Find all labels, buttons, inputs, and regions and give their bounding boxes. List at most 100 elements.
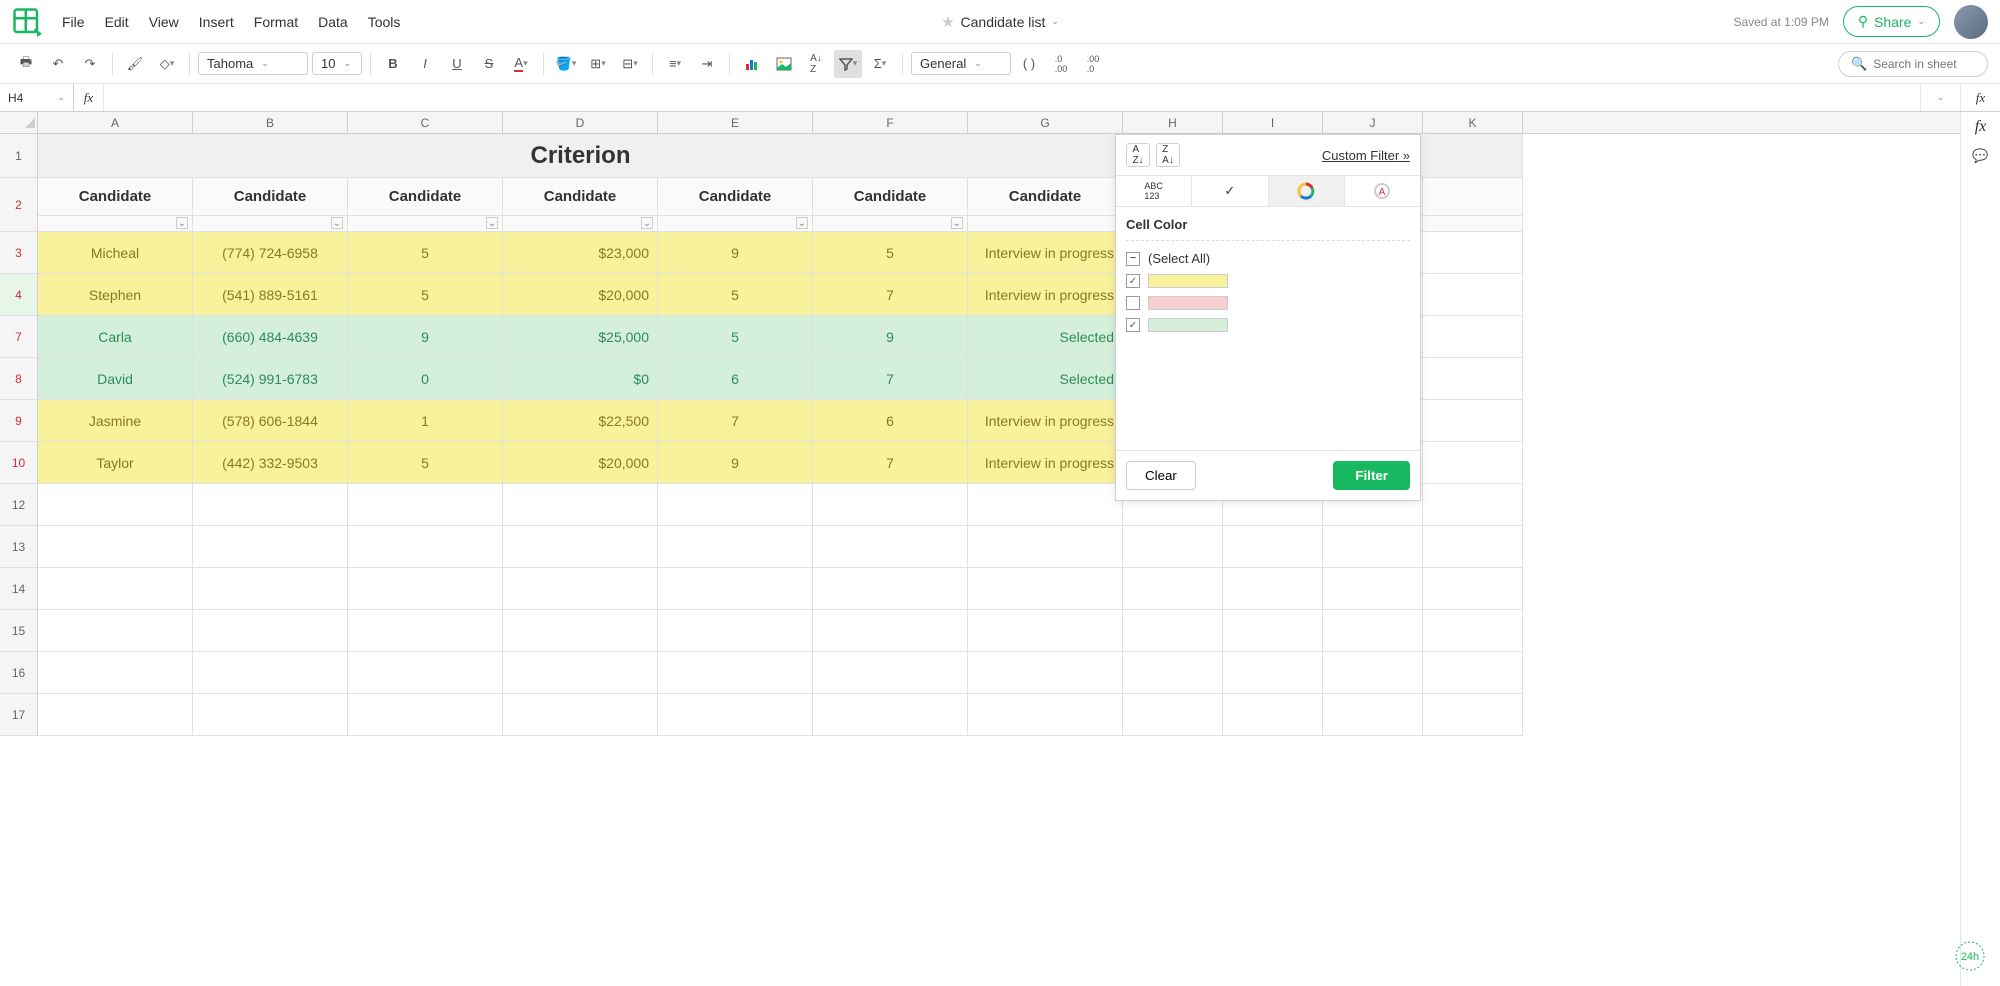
menu-tools[interactable]: Tools <box>368 14 401 30</box>
empty-cell[interactable] <box>1423 568 1523 610</box>
empty-cell[interactable] <box>193 526 348 568</box>
clear-format-button[interactable]: ◇▾ <box>153 50 181 78</box>
menu-format[interactable]: Format <box>254 14 298 30</box>
sort-desc-button[interactable]: ZA↓ <box>1156 143 1180 167</box>
filter-tab-check[interactable]: ✓ <box>1192 176 1268 206</box>
col-header-j[interactable]: J <box>1323 112 1423 133</box>
header-cell[interactable]: Candidate <box>658 178 813 216</box>
empty-cell[interactable] <box>658 652 813 694</box>
empty-cell[interactable] <box>1323 568 1423 610</box>
data-cell[interactable]: 7 <box>813 442 968 484</box>
empty-cell[interactable] <box>1423 694 1523 736</box>
row-header-1[interactable]: 1 <box>0 134 38 178</box>
menu-view[interactable]: View <box>149 14 179 30</box>
format-painter-button[interactable]: 🖌 <box>121 50 149 78</box>
filter-color-option[interactable] <box>1126 296 1410 310</box>
empty-cell[interactable] <box>658 610 813 652</box>
data-cell[interactable]: $23,000 <box>503 232 658 274</box>
image-button[interactable] <box>770 50 798 78</box>
formula-expand[interactable]: ⌄ <box>1920 84 1960 111</box>
empty-cell[interactable] <box>813 484 968 526</box>
header-cell[interactable]: Candidate <box>813 178 968 216</box>
merge-button[interactable]: ⊟▾ <box>616 50 644 78</box>
data-cell[interactable]: Carla <box>38 316 193 358</box>
header-cell[interactable]: Candidate <box>38 178 193 216</box>
bold-button[interactable]: B <box>379 50 407 78</box>
filter-arrow-icon[interactable]: ⌄ <box>641 217 653 229</box>
decimal-dec-button[interactable]: .0.00 <box>1047 50 1075 78</box>
col-header-k[interactable]: K <box>1423 112 1523 133</box>
empty-cell[interactable] <box>968 484 1123 526</box>
col-header-g[interactable]: G <box>968 112 1123 133</box>
filter-button[interactable]: ▾ <box>834 50 862 78</box>
data-cell[interactable]: 9 <box>813 316 968 358</box>
empty-cell[interactable] <box>1423 652 1523 694</box>
avatar[interactable] <box>1954 5 1988 39</box>
empty-cell[interactable] <box>658 694 813 736</box>
filter-color-option[interactable] <box>1126 274 1410 288</box>
redo-button[interactable]: ↷ <box>76 50 104 78</box>
row-header[interactable]: 9 <box>0 400 38 442</box>
row-header[interactable]: 3 <box>0 232 38 274</box>
data-cell[interactable]: (578) 606-1844 <box>193 400 348 442</box>
empty-cell[interactable] <box>1423 484 1523 526</box>
data-cell[interactable]: 7 <box>658 400 813 442</box>
header-cell[interactable]: Candidate <box>968 178 1123 216</box>
col-header-c[interactable]: C <box>348 112 503 133</box>
empty-cell[interactable] <box>38 526 193 568</box>
empty-cell[interactable] <box>348 652 503 694</box>
empty-cell[interactable] <box>1123 568 1223 610</box>
empty-cell[interactable] <box>1123 694 1223 736</box>
filter-tab-cell-color[interactable] <box>1269 176 1345 206</box>
col-header-a[interactable]: A <box>38 112 193 133</box>
chart-button[interactable] <box>738 50 766 78</box>
col-header-h[interactable]: H <box>1123 112 1223 133</box>
col-header-d[interactable]: D <box>503 112 658 133</box>
filter-tab-text-color[interactable]: A <box>1345 176 1420 206</box>
col-header-f[interactable]: F <box>813 112 968 133</box>
data-cell[interactable]: Stephen <box>38 274 193 316</box>
filter-color-option[interactable] <box>1126 318 1410 332</box>
data-cell[interactable]: Taylor <box>38 442 193 484</box>
align-button[interactable]: ≡▾ <box>661 50 689 78</box>
empty-cell[interactable] <box>813 694 968 736</box>
data-cell[interactable]: 5 <box>348 442 503 484</box>
underline-button[interactable]: U <box>443 50 471 78</box>
empty-cell[interactable] <box>348 526 503 568</box>
select-all-corner[interactable] <box>0 112 38 133</box>
row-header[interactable]: 10 <box>0 442 38 484</box>
empty-cell[interactable] <box>1123 610 1223 652</box>
data-cell[interactable]: $25,000 <box>503 316 658 358</box>
menu-edit[interactable]: Edit <box>105 14 129 30</box>
row-header-2[interactable]: 2 <box>0 178 38 232</box>
row-header[interactable]: 16 <box>0 652 38 694</box>
data-cell[interactable]: Jasmine <box>38 400 193 442</box>
empty-cell[interactable] <box>503 652 658 694</box>
fill-color-button[interactable]: 🪣▾ <box>552 50 580 78</box>
borders-button[interactable]: ⊞▾ <box>584 50 612 78</box>
data-cell[interactable]: 9 <box>348 316 503 358</box>
empty-cell[interactable] <box>503 484 658 526</box>
menu-insert[interactable]: Insert <box>199 14 234 30</box>
data-cell[interactable]: $22,500 <box>503 400 658 442</box>
data-cell[interactable]: Interview in progress <box>968 274 1123 316</box>
data-cell[interactable]: $0 <box>503 358 658 400</box>
search-box[interactable]: 🔍 <box>1838 51 1988 77</box>
empty-cell[interactable] <box>813 652 968 694</box>
data-cell[interactable]: David <box>38 358 193 400</box>
undo-button[interactable]: ↶ <box>44 50 72 78</box>
print-button[interactable]: 🖶 <box>12 50 40 78</box>
empty-cell[interactable] <box>658 568 813 610</box>
empty-cell[interactable] <box>38 610 193 652</box>
filter-arrow-icon[interactable]: ⌄ <box>176 217 188 229</box>
data-cell[interactable]: 6 <box>813 400 968 442</box>
parentheses-button[interactable]: ( ) <box>1015 50 1043 78</box>
empty-cell[interactable] <box>1423 610 1523 652</box>
filter-arrow-icon[interactable]: ⌄ <box>331 217 343 229</box>
empty-cell[interactable] <box>1223 652 1323 694</box>
empty-cell[interactable] <box>1323 610 1423 652</box>
data-cell[interactable]: (660) 484-4639 <box>193 316 348 358</box>
empty-cell[interactable] <box>193 652 348 694</box>
menu-file[interactable]: File <box>62 14 85 30</box>
data-cell[interactable]: $20,000 <box>503 274 658 316</box>
